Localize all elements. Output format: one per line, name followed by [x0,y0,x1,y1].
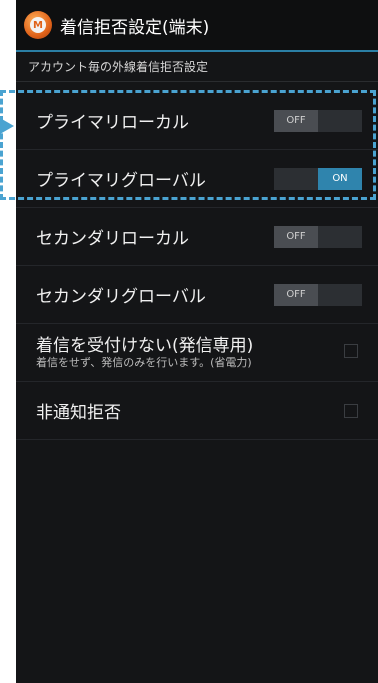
setting-label: セカンダリローカル [36,229,189,249]
section-header: アカウント毎の外線着信拒否設定 [16,52,378,82]
setting-label: 非通知拒否 [36,403,121,423]
outgoing-only-checkbox[interactable] [344,344,358,358]
setting-label: 着信を受付けない(発信専用) [36,336,254,356]
pointer-arrow-icon [0,118,14,134]
setting-outgoing-only[interactable]: 着信を受付けない(発信専用) 着信をせず、発信のみを行います。(省電力) [16,324,378,382]
highlight-box [0,90,376,200]
app-logo-icon: M [24,11,52,39]
app-title: 着信拒否設定(端末) [60,17,210,38]
anonymous-reject-checkbox[interactable] [344,404,358,418]
setting-secondary-local[interactable]: セカンダリローカル OFF [16,208,378,266]
toggle-state: OFF [274,225,318,248]
title-bar: M 着信拒否設定(端末) [16,0,378,52]
toggle-state: OFF [274,283,318,306]
secondary-local-toggle[interactable]: OFF [274,225,362,248]
setting-description: 着信をせず、発信のみを行います。(省電力) [36,356,252,369]
secondary-global-toggle[interactable]: OFF [274,283,362,306]
setting-secondary-global[interactable]: セカンダリグローバル OFF [16,266,378,324]
setting-label: セカンダリグローバル [36,287,206,307]
section-header-label: アカウント毎の外線着信拒否設定 [28,60,209,74]
setting-anonymous-reject[interactable]: 非通知拒否 [16,382,378,440]
